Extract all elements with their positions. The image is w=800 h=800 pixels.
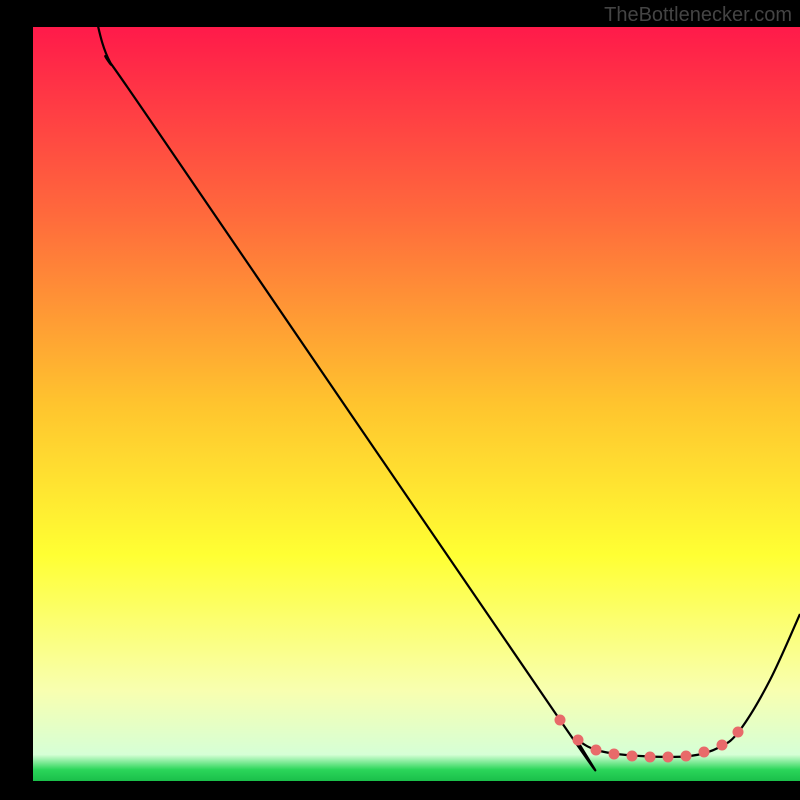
marker-dot: [681, 751, 692, 762]
marker-dot: [663, 752, 674, 763]
marker-dot: [645, 752, 656, 763]
plot-area: [33, 27, 800, 781]
marker-dot: [717, 740, 728, 751]
marker-dot: [573, 735, 584, 746]
watermark-text: TheBottlenecker.com: [604, 4, 792, 27]
marker-dot: [555, 715, 566, 726]
marker-dot: [733, 727, 744, 738]
chart-svg: [0, 0, 800, 800]
marker-dot: [591, 745, 602, 756]
marker-dot: [699, 747, 710, 758]
bottleneck-chart: [0, 0, 800, 800]
marker-dot: [627, 751, 638, 762]
marker-dot: [609, 749, 620, 760]
